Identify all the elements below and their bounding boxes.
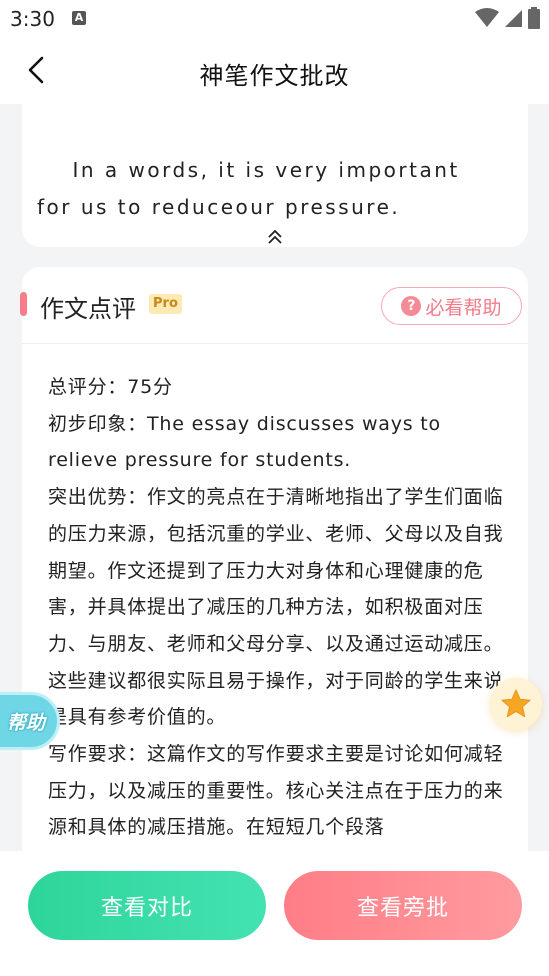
requirements-line: 写作要求：这篇作文的写作要求主要是讨论如何减轻压力，以及减压的重要性。核心关注点…: [48, 743, 504, 839]
bottom-action-bar: 查看对比 查看旁批: [0, 851, 549, 976]
header: 神笔作文批改: [0, 36, 549, 104]
battery-icon: [528, 7, 540, 29]
strengths-line: 突出优势：作文的亮点在于清晰地指出了学生们面临的压力来源，包括沉重的学业、老师、…: [48, 486, 504, 729]
divider: [22, 343, 528, 344]
favorite-button[interactable]: [490, 678, 542, 730]
pro-badge: Pro: [149, 294, 182, 314]
floating-help-label: 帮助: [6, 711, 45, 734]
review-body: 总评分：75分 初步印象：The essay discusses ways to…: [48, 369, 506, 846]
section-accent-bar: [20, 292, 27, 316]
question-icon: ?: [401, 296, 422, 316]
page-title: 神笔作文批改: [199, 62, 350, 90]
double-chevron-up-icon[interactable]: [264, 228, 286, 246]
review-card: 作文点评 Pro ? 必看帮助 总评分：75分 初步印象：The essay d…: [20, 267, 528, 907]
help-button-label: 必看帮助: [425, 296, 502, 319]
wifi-icon: [475, 8, 499, 27]
status-bar: 3:30 A: [0, 0, 549, 36]
signal-icon: [505, 10, 522, 27]
notification-icon: A: [72, 11, 86, 25]
review-title: 作文点评: [40, 295, 136, 323]
star-icon: [501, 689, 531, 718]
impression-line: 初步印象：The essay discusses ways to relieve…: [48, 412, 441, 472]
view-annotation-button[interactable]: 查看旁批: [284, 871, 522, 940]
essay-text: In a words, it is very important for us …: [37, 158, 460, 219]
view-compare-button[interactable]: 查看对比: [28, 871, 266, 940]
score-line: 总评分：75分: [48, 376, 173, 398]
floating-help-button[interactable]: 帮助: [0, 692, 60, 750]
essay-card: In a words, it is very important for us …: [22, 104, 528, 247]
must-read-help-button[interactable]: ? 必看帮助: [381, 287, 522, 325]
status-icons: [475, 6, 541, 30]
status-time: 3:30: [10, 7, 55, 31]
